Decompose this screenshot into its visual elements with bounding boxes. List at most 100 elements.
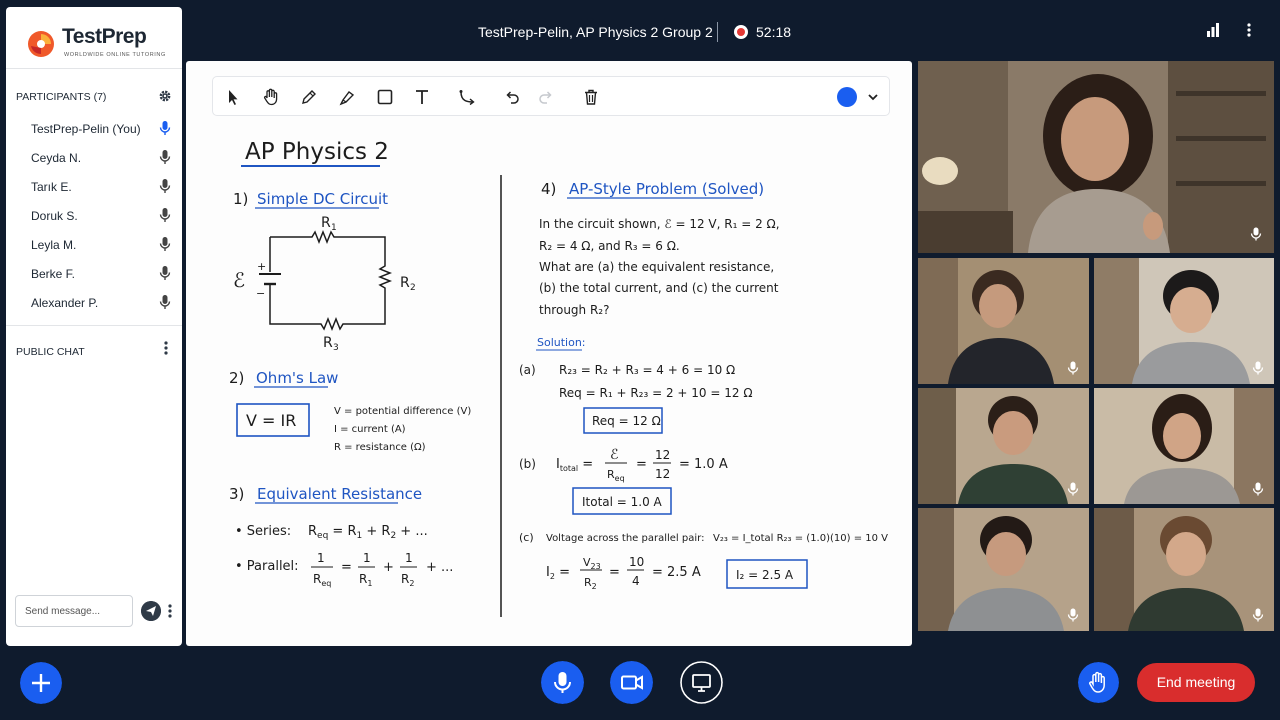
mic-icon bbox=[1252, 361, 1264, 375]
part-a-line: Req = R₁ + R₂₃ = 2 + 10 = 12 Ω bbox=[559, 386, 752, 400]
mic-icon bbox=[159, 150, 171, 164]
part-a-label: (a) bbox=[519, 363, 536, 377]
svg-text:10: 10 bbox=[629, 555, 644, 569]
camera-button[interactable] bbox=[610, 661, 653, 704]
answer-a: Req = 12 Ω bbox=[592, 414, 661, 428]
participant-video bbox=[918, 258, 1089, 384]
series-formula: Req = R1 + R2 + ... bbox=[308, 524, 428, 541]
signal-bars-icon[interactable] bbox=[1206, 23, 1220, 37]
answer-b: Itotal = 1.0 A bbox=[582, 495, 663, 509]
divider bbox=[717, 22, 718, 42]
part-c-label: (c) bbox=[519, 531, 534, 544]
participant-name: Berke F. bbox=[31, 267, 76, 281]
meeting-timer: 52:18 bbox=[756, 24, 792, 40]
divider bbox=[6, 325, 182, 326]
part-b-label: (b) bbox=[519, 457, 536, 471]
participant-row[interactable]: Ceyda N. bbox=[6, 142, 182, 171]
video-tile[interactable] bbox=[918, 508, 1089, 631]
svg-text:R1: R1 bbox=[359, 572, 372, 588]
video-tile[interactable] bbox=[1094, 258, 1274, 384]
participant-video bbox=[1094, 258, 1274, 384]
emf-symbol: ℰ bbox=[233, 268, 245, 292]
video-tile[interactable] bbox=[918, 388, 1089, 504]
circuit-diagram bbox=[259, 229, 393, 332]
recording-icon bbox=[734, 25, 748, 39]
r1-label: R bbox=[321, 215, 331, 231]
svg-text:= 2.5 A: = 2.5 A bbox=[652, 565, 701, 580]
meeting-options-icon[interactable] bbox=[1246, 22, 1252, 38]
more-options-icon[interactable] bbox=[163, 340, 169, 356]
video-tile[interactable] bbox=[1094, 508, 1274, 631]
participant-name: Alexander P. bbox=[31, 296, 99, 310]
mic-icon bbox=[1067, 482, 1079, 496]
svg-text:1: 1 bbox=[363, 551, 371, 565]
board-title: AP Physics 2 bbox=[245, 139, 389, 165]
mic-icon bbox=[1250, 227, 1262, 241]
video-tile[interactable] bbox=[918, 258, 1089, 384]
r3-subscript: 3 bbox=[333, 343, 339, 353]
testprep-logo: TestPrep WORLDWIDE ONLINE TUTORING bbox=[22, 25, 182, 65]
mic-icon bbox=[1067, 361, 1079, 375]
logo-mark-icon bbox=[28, 31, 54, 57]
send-icon[interactable] bbox=[141, 601, 161, 621]
mic-icon bbox=[159, 237, 171, 251]
question-line: In the circuit shown, ℰ = 12 V, R₁ = 2 Ω… bbox=[539, 217, 780, 231]
video-tile[interactable] bbox=[1094, 388, 1274, 504]
participant-video bbox=[918, 388, 1089, 504]
teacher-video bbox=[918, 61, 1274, 253]
svg-text:=: = bbox=[636, 457, 647, 472]
mic-icon bbox=[159, 295, 171, 309]
logo-brand: TestPrep bbox=[62, 25, 147, 48]
parallel-formula: 1 Req = 1 R1 + 1 R2 + ... bbox=[311, 551, 453, 588]
participant-video bbox=[1094, 388, 1274, 504]
question-line: What are (a) the equivalent resistance, bbox=[539, 260, 774, 274]
svg-text:12: 12 bbox=[655, 448, 670, 462]
raise-hand-button[interactable] bbox=[1078, 662, 1119, 703]
meeting-title: TestPrep-Pelin, AP Physics 2 Group 2 bbox=[478, 24, 713, 40]
section-number: 3) bbox=[229, 485, 244, 503]
video-tile-main[interactable] bbox=[918, 61, 1274, 253]
participant-row[interactable]: Alexander P. bbox=[6, 287, 182, 316]
divider bbox=[6, 68, 182, 69]
question-line: R₂ = 4 Ω, and R₃ = 6 Ω. bbox=[539, 239, 680, 253]
part-a-line: R₂₃ = R₂ + R₃ = 4 + 6 = 10 Ω bbox=[559, 363, 735, 377]
participant-name: Tarık E. bbox=[31, 180, 72, 194]
mic-icon bbox=[159, 208, 171, 222]
answer-c: I₂ = 2.5 A bbox=[736, 568, 794, 582]
participant-video bbox=[918, 508, 1089, 631]
r1-subscript: 1 bbox=[331, 223, 337, 233]
mic-icon bbox=[1252, 608, 1264, 622]
participant-row[interactable]: TestPrep-Pelin (You) bbox=[6, 113, 182, 142]
screen-share-button[interactable] bbox=[680, 661, 723, 704]
parallel-label: • Parallel: bbox=[235, 559, 299, 574]
part-c-formula: V₂₃ = I_total R₂₃ = (1.0)(10) = 10 V bbox=[713, 533, 888, 544]
svg-text:Req: Req bbox=[607, 468, 625, 483]
participant-row[interactable]: Tarık E. bbox=[6, 171, 182, 200]
mic-active-icon bbox=[159, 121, 171, 135]
gear-icon[interactable] bbox=[158, 89, 172, 103]
svg-text:+ ...: + ... bbox=[426, 560, 453, 575]
whiteboard[interactable]: AP Physics 2 1) Simple DC Circuit + − ℰ … bbox=[186, 61, 912, 646]
end-meeting-button[interactable]: End meeting bbox=[1137, 663, 1255, 702]
mic-icon bbox=[159, 179, 171, 193]
add-button[interactable] bbox=[20, 662, 62, 704]
chat-more-icon[interactable] bbox=[167, 603, 173, 619]
svg-text:12: 12 bbox=[655, 467, 670, 481]
svg-text:= 1.0 A: = 1.0 A bbox=[679, 457, 728, 472]
microphone-button[interactable] bbox=[541, 661, 584, 704]
svg-text:4: 4 bbox=[632, 574, 640, 588]
participant-list: TestPrep-Pelin (You) Ceyda N. Tarık E. D… bbox=[6, 113, 182, 316]
chat-message-input[interactable]: Send message... bbox=[15, 595, 133, 627]
question-line: (b) the total current, and (c) the curre… bbox=[539, 281, 779, 295]
sidebar: TestPrep WORLDWIDE ONLINE TUTORING PARTI… bbox=[6, 7, 182, 646]
participant-row[interactable]: Doruk S. bbox=[6, 200, 182, 229]
participant-row[interactable]: Leyla M. bbox=[6, 229, 182, 258]
public-chat-label: PUBLIC CHAT bbox=[16, 346, 85, 358]
chat-placeholder: Send message... bbox=[25, 606, 101, 617]
series-label: • Series: bbox=[235, 524, 291, 539]
participant-name: Doruk S. bbox=[31, 209, 78, 223]
svg-text:Req: Req bbox=[313, 572, 331, 588]
participant-row[interactable]: Berke F. bbox=[6, 258, 182, 287]
svg-text:Itotal =: Itotal = bbox=[556, 457, 593, 473]
question-line: through R₂? bbox=[539, 303, 609, 317]
